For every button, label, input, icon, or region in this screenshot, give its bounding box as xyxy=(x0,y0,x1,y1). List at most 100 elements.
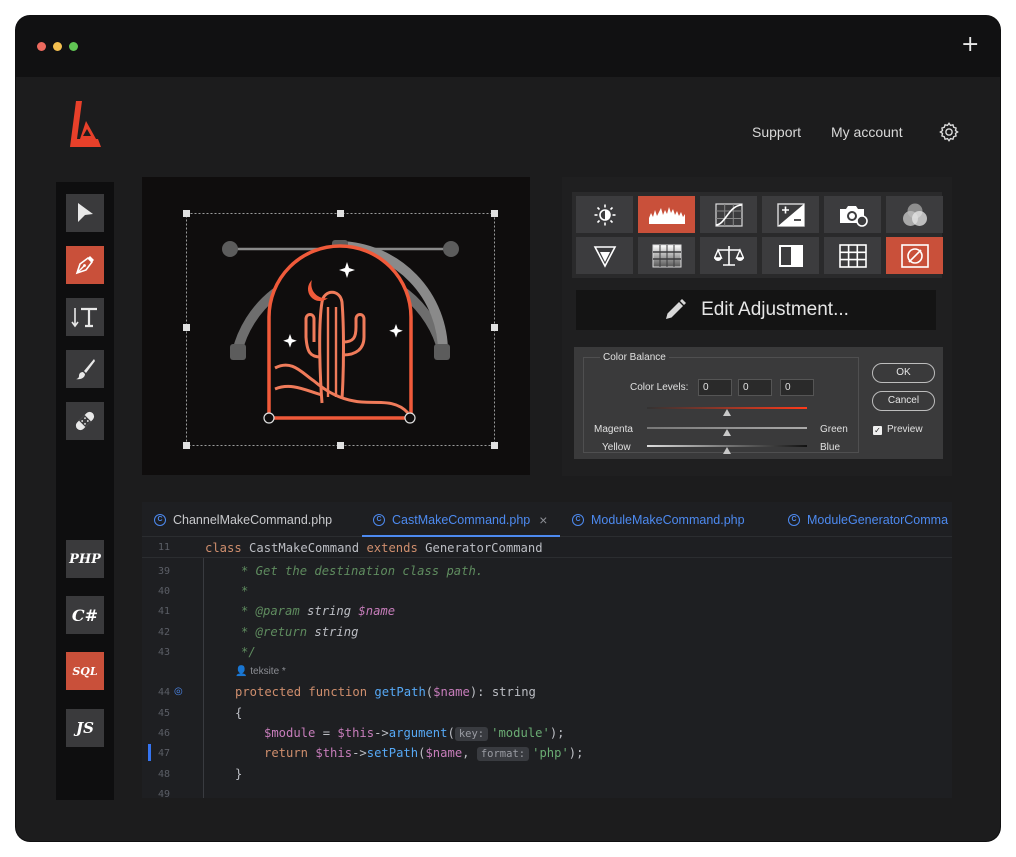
cancel-button[interactable]: Cancel xyxy=(872,391,935,411)
line-number: 11 xyxy=(157,542,170,553)
line-gutter: 39 40 41 42 43 44 ◎ 45 46 47 48 49 xyxy=(142,558,202,800)
author-hint[interactable]: 👤 teksite * xyxy=(235,666,286,677)
ok-button[interactable]: OK xyxy=(872,363,935,383)
text-tool-icon xyxy=(71,307,97,328)
doc-tag: * @param xyxy=(241,604,300,618)
php-language-button[interactable]: PHP xyxy=(66,540,104,578)
brightness-icon xyxy=(594,204,615,225)
doc-type: string xyxy=(307,625,359,639)
curves-button[interactable] xyxy=(700,196,757,233)
js-language-button[interactable]: JS xyxy=(66,709,104,747)
gear-icon[interactable] xyxy=(938,121,960,143)
select-tool-button[interactable] xyxy=(66,194,104,232)
preview-label: Preview xyxy=(887,424,923,435)
color-balance-group: Color Balance Color Levels: 0 0 0 Magent… xyxy=(583,352,859,454)
punct: = xyxy=(315,726,338,740)
close-tab-icon[interactable]: × xyxy=(539,512,547,528)
my-account-link[interactable]: My account xyxy=(831,124,903,140)
doc-type: string xyxy=(299,604,359,618)
parent-class: GeneratorCommand xyxy=(417,541,543,555)
function-name: argument xyxy=(388,726,448,740)
line-number: 39 xyxy=(157,566,170,577)
override-marker-icon[interactable]: ◎ xyxy=(174,686,183,697)
support-link[interactable]: Support xyxy=(752,124,801,140)
text-tool-button[interactable] xyxy=(66,298,104,336)
black-white-button[interactable] xyxy=(762,237,819,274)
photo-filter-button[interactable] xyxy=(824,196,881,233)
tab-label: ModuleMakeCommand.php xyxy=(591,512,745,527)
sticky-code: class CastMakeCommand extends GeneratorC… xyxy=(205,541,543,555)
healing-tool-button[interactable] xyxy=(66,402,104,440)
new-tab-button[interactable]: + xyxy=(961,34,979,56)
keyword: return xyxy=(264,746,316,760)
edit-adjustment-label: Edit Adjustment... xyxy=(701,299,849,320)
color-level-input-1[interactable]: 0 xyxy=(698,379,732,396)
preview-checkbox[interactable]: ✓ xyxy=(873,426,882,435)
curves-icon xyxy=(714,202,743,227)
blue-label: Blue xyxy=(820,442,841,453)
grid-button[interactable] xyxy=(824,237,881,274)
yellow-blue-slider-thumb[interactable] xyxy=(723,447,731,454)
line-number: 45 xyxy=(157,708,170,719)
close-dot[interactable] xyxy=(37,42,46,51)
indent-guide xyxy=(203,558,204,798)
punct: ); xyxy=(568,746,584,760)
cactus-artwork[interactable] xyxy=(142,177,530,475)
cursor-arrow-icon xyxy=(78,203,93,222)
color-balance-title: Color Balance xyxy=(600,352,669,363)
cyan-red-slider-thumb[interactable] xyxy=(723,409,731,416)
vibrance-button[interactable] xyxy=(576,237,633,274)
pencil-icon xyxy=(666,299,687,319)
punct: ); xyxy=(549,726,565,740)
author-name: teksite * xyxy=(250,666,286,677)
tab-label: CastMakeCommand.php xyxy=(392,512,531,527)
channel-mixer-button[interactable] xyxy=(886,196,943,233)
punct: ): string xyxy=(469,685,536,699)
variable: $module xyxy=(264,726,316,740)
php-class-icon: C xyxy=(572,513,584,526)
invert-button[interactable] xyxy=(886,237,943,274)
channel-mixer-icon xyxy=(902,203,927,226)
code-line: } xyxy=(235,767,243,781)
php-class-icon: C xyxy=(154,513,166,526)
line-number: 47 xyxy=(157,748,170,759)
tab-label: ChannelMakeCommand.php xyxy=(173,512,333,527)
keyword: class xyxy=(205,541,242,555)
punct: ( xyxy=(447,726,455,740)
string: 'module' xyxy=(491,726,550,740)
tab-cast-make-command[interactable]: C CastMakeCommand.php × xyxy=(373,502,547,537)
color-level-input-2[interactable]: 0 xyxy=(738,379,772,396)
gradient-map-button[interactable] xyxy=(638,237,695,274)
active-tab-indicator xyxy=(362,535,560,537)
csharp-language-button[interactable]: C# xyxy=(66,596,104,634)
edit-adjustment-button[interactable]: Edit Adjustment... xyxy=(576,290,936,330)
brightness-button[interactable] xyxy=(576,196,633,233)
tab-module-generator-command[interactable]: C ModuleGeneratorComma xyxy=(788,502,948,537)
brush-tool-button[interactable] xyxy=(66,350,104,388)
exposure-button[interactable] xyxy=(762,196,819,233)
design-canvas[interactable] xyxy=(142,177,530,475)
keyword: extends xyxy=(366,541,418,555)
color-levels-label: Color Levels: xyxy=(630,382,689,393)
tab-module-make-command[interactable]: C ModuleMakeCommand.php xyxy=(572,502,745,537)
sql-language-button[interactable]: SQL xyxy=(66,652,104,690)
variable: $this xyxy=(315,746,353,760)
code-line: $module = $this->argument(key:'module'); xyxy=(264,726,565,741)
variable: $name xyxy=(425,746,463,760)
punct: -> xyxy=(374,726,389,740)
brand-logo[interactable] xyxy=(68,99,102,149)
editor-tabs: C ChannelMakeCommand.php C CastMakeComma… xyxy=(142,502,952,537)
pen-tool-button[interactable] xyxy=(66,246,104,284)
tab-channel-make-command[interactable]: C ChannelMakeCommand.php xyxy=(154,502,332,537)
color-balance-button[interactable] xyxy=(700,237,757,274)
color-balance-dialog: Color Balance Color Levels: 0 0 0 Magent… xyxy=(574,347,943,459)
levels-button[interactable] xyxy=(638,196,695,233)
tool-sidebar: PHP C# SQL JS xyxy=(56,182,114,800)
line-number: 40 xyxy=(157,586,170,597)
color-level-input-3[interactable]: 0 xyxy=(780,379,814,396)
minimize-dot[interactable] xyxy=(53,42,62,51)
line-number: 48 xyxy=(157,769,170,780)
maximize-dot[interactable] xyxy=(69,42,78,51)
magenta-green-slider-thumb[interactable] xyxy=(723,429,731,436)
function-name: getPath xyxy=(374,685,426,699)
